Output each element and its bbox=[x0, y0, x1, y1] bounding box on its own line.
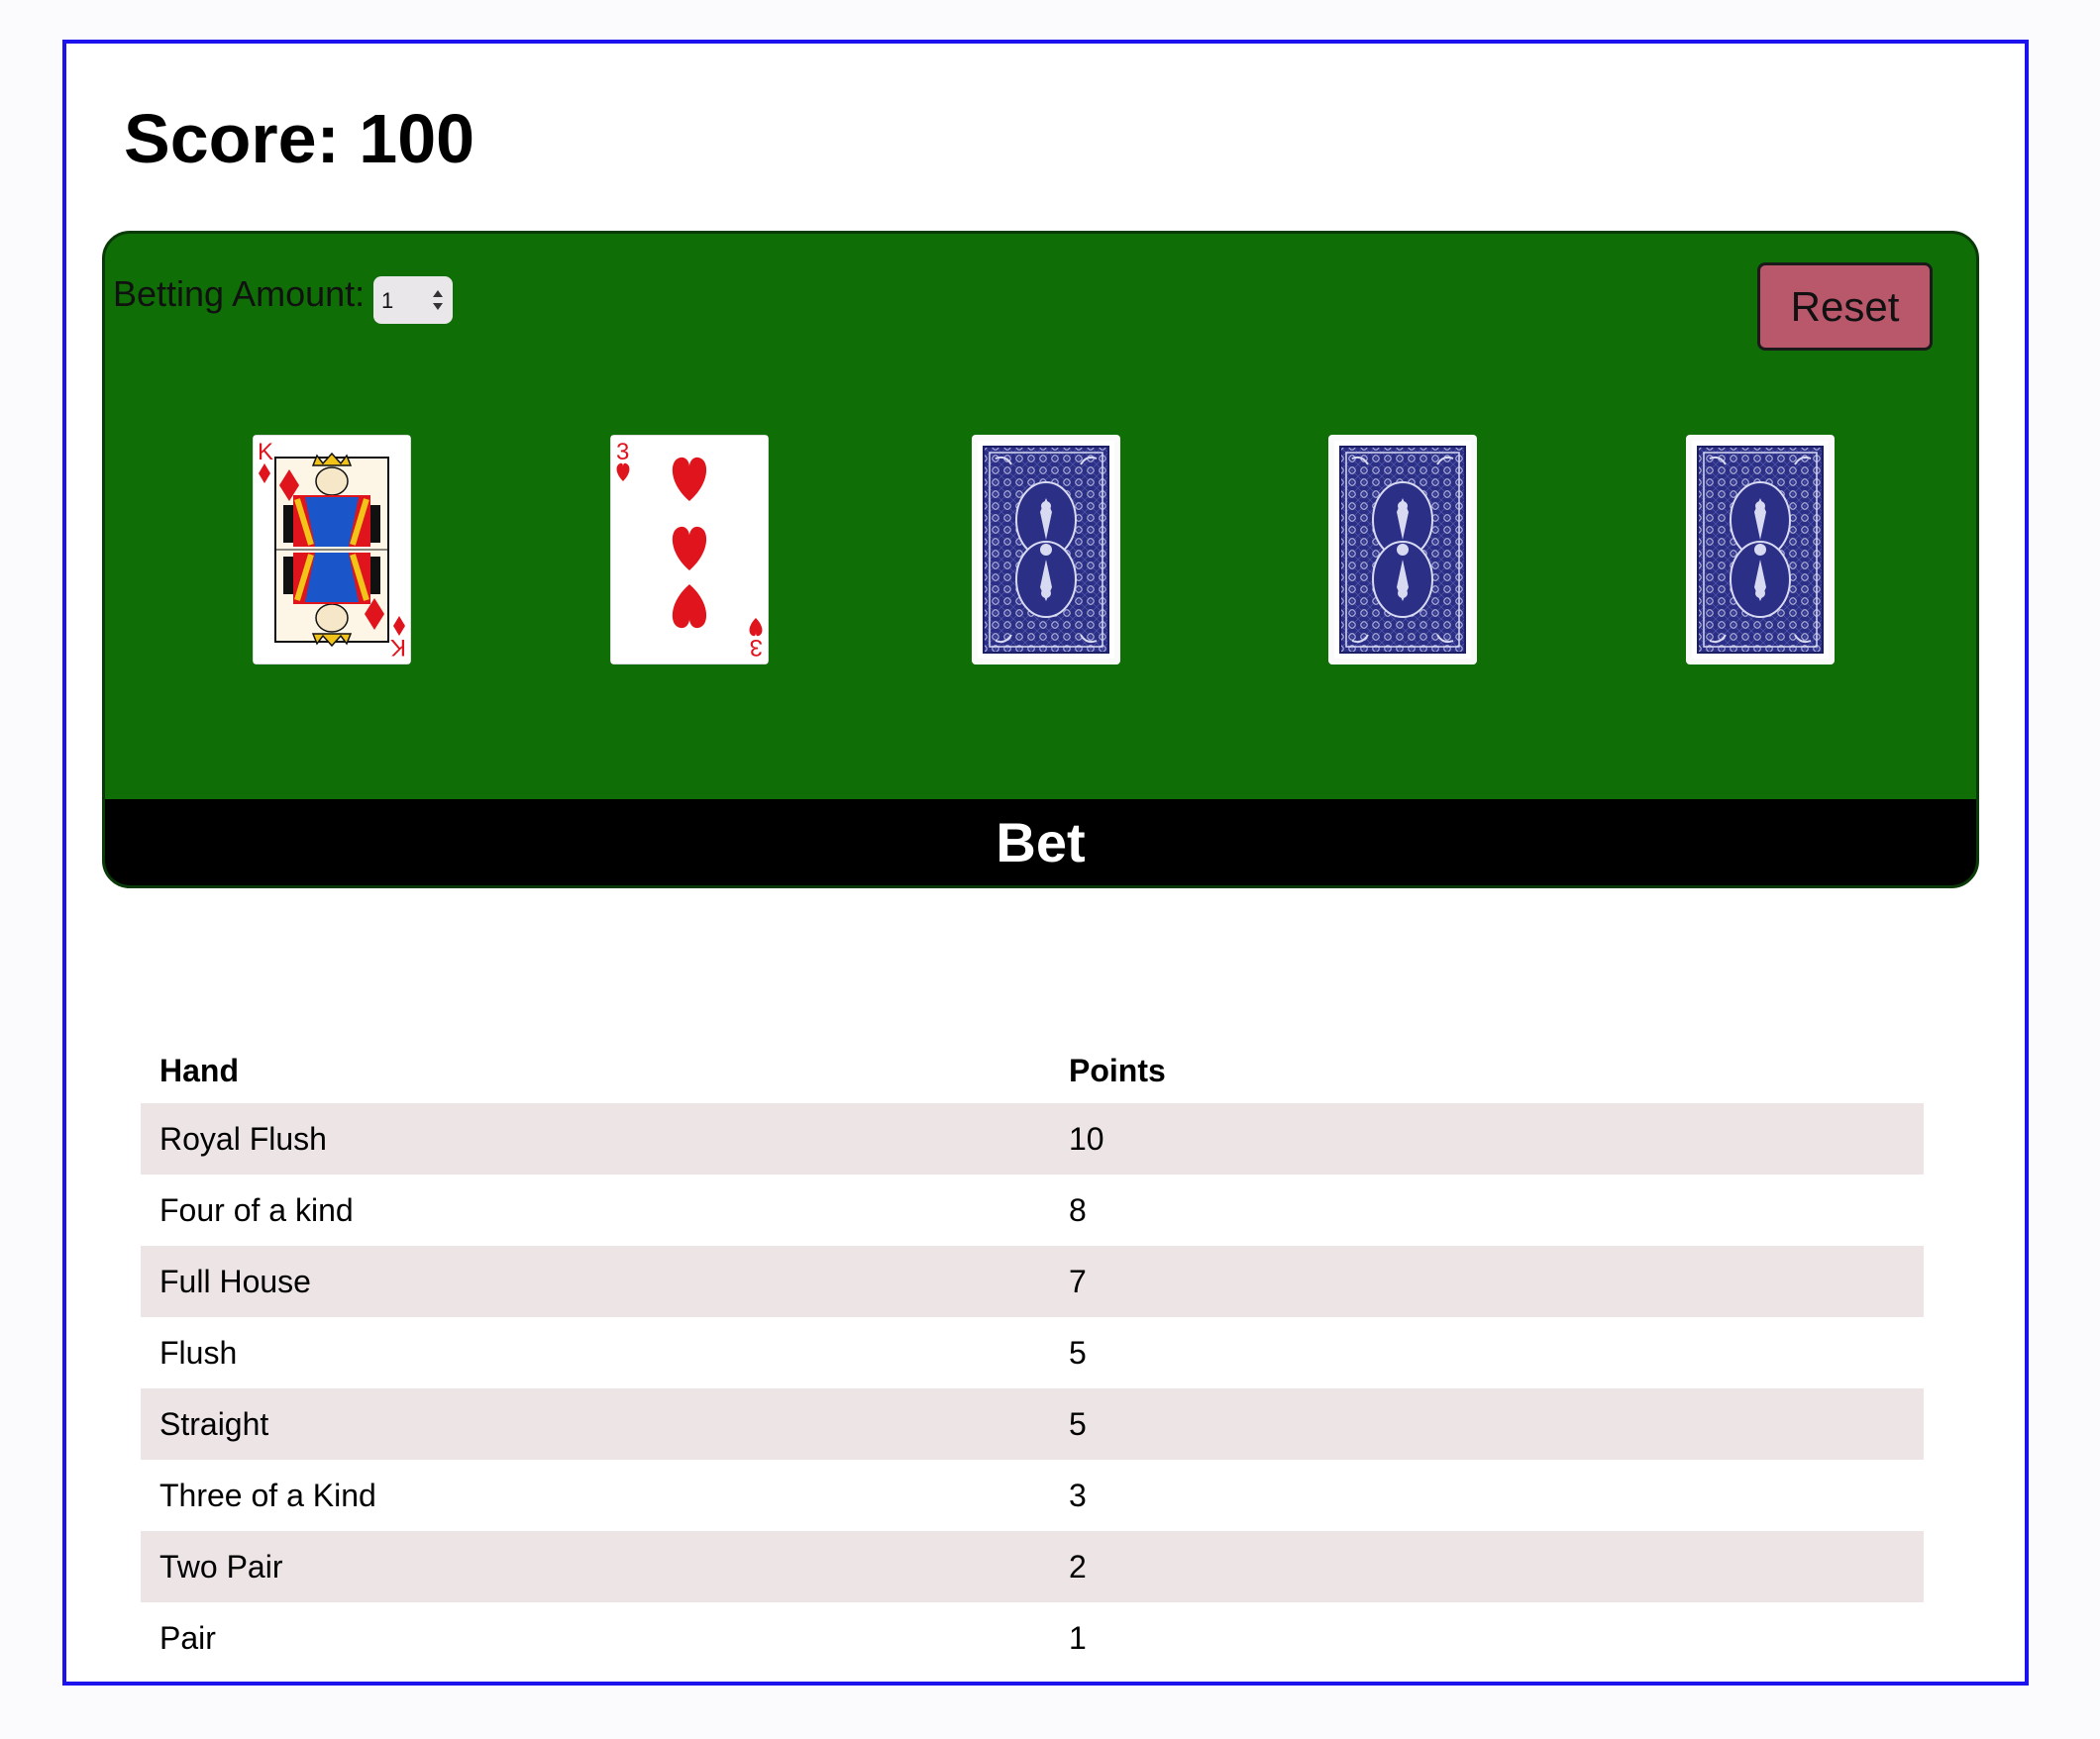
table-row: Three of a Kind 3 bbox=[141, 1460, 1924, 1531]
hand-points: 8 bbox=[1069, 1191, 1087, 1228]
betting-amount-input[interactable]: 1 bbox=[373, 276, 453, 324]
payout-table: Hand Points Royal Flush 10 Four of a kin… bbox=[141, 1038, 1924, 1674]
table-row: Flush 5 bbox=[141, 1317, 1924, 1388]
svg-text:3: 3 bbox=[616, 439, 629, 465]
column-header-hand: Hand bbox=[159, 1052, 239, 1088]
table-row: Two Pair 2 bbox=[141, 1531, 1924, 1602]
card-face-down-3[interactable] bbox=[972, 435, 1120, 665]
hand-name: Royal Flush bbox=[141, 1103, 1050, 1175]
table-header-row: Hand Points bbox=[141, 1038, 1924, 1103]
table-row: Full House 7 bbox=[141, 1246, 1924, 1317]
card-three-of-hearts[interactable]: 3 3 bbox=[610, 435, 769, 665]
hand-name: Full House bbox=[141, 1246, 1050, 1317]
score-display: Score: 100 bbox=[124, 100, 475, 177]
hand-name: Pair bbox=[159, 1619, 216, 1656]
card-face-down-5[interactable] bbox=[1686, 435, 1835, 665]
betting-amount-label: Betting Amount: bbox=[113, 273, 366, 314]
reset-button[interactable]: Reset bbox=[1757, 262, 1933, 351]
hand-points: 2 bbox=[1050, 1531, 1924, 1602]
hand-name: Three of a Kind bbox=[159, 1477, 376, 1513]
hand-name: Straight bbox=[141, 1388, 1050, 1460]
table-row: Four of a kind 8 bbox=[141, 1175, 1924, 1246]
hand-points: 7 bbox=[1050, 1246, 1924, 1317]
spinner-arrows-icon[interactable] bbox=[431, 286, 445, 314]
column-header-points: Points bbox=[1069, 1052, 1166, 1088]
card-table: Betting Amount: 1 Reset K K 3 3 Bet bbox=[102, 231, 1979, 888]
table-row: Straight 5 bbox=[141, 1388, 1924, 1460]
bet-button[interactable]: Bet bbox=[105, 799, 1976, 885]
hand-points: 5 bbox=[1069, 1334, 1087, 1371]
card-king-of-diamonds[interactable]: K K bbox=[253, 435, 411, 665]
hand-name: Two Pair bbox=[141, 1531, 1050, 1602]
betting-amount-value: 1 bbox=[381, 288, 394, 313]
card-face-down-4[interactable] bbox=[1328, 435, 1477, 665]
hand-points: 3 bbox=[1069, 1477, 1087, 1513]
hand-points: 5 bbox=[1050, 1388, 1924, 1460]
hand-name: Four of a kind bbox=[159, 1191, 354, 1228]
svg-text:3: 3 bbox=[750, 634, 763, 661]
table-row: Pair 1 bbox=[141, 1602, 1924, 1674]
hand-points: 1 bbox=[1069, 1619, 1087, 1656]
table-row: Royal Flush 10 bbox=[141, 1103, 1924, 1175]
game-frame: Score: 100 Betting Amount: 1 Reset K K 3… bbox=[62, 40, 2029, 1686]
svg-text:K: K bbox=[258, 439, 273, 465]
hand-name: Flush bbox=[159, 1334, 238, 1371]
hand-points: 10 bbox=[1050, 1103, 1924, 1175]
svg-text:K: K bbox=[390, 634, 406, 661]
